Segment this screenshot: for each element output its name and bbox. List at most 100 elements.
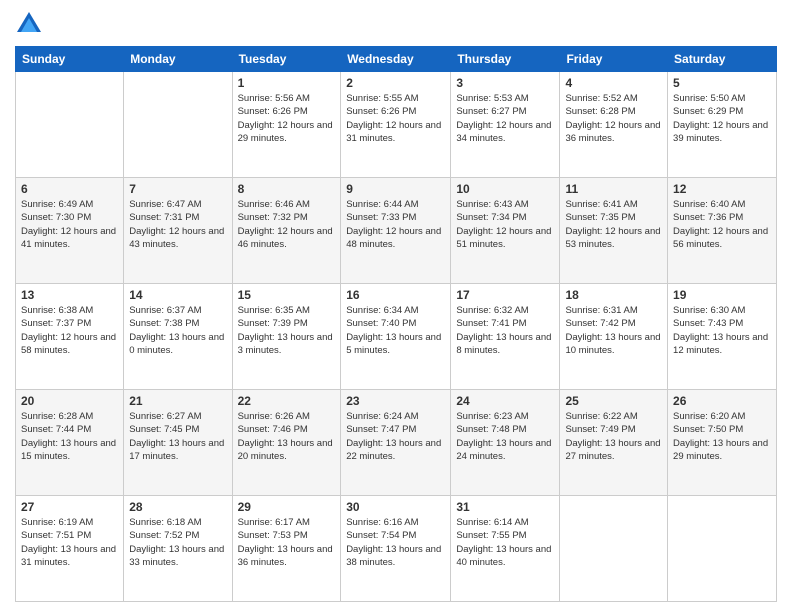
calendar-cell: 24 Sunrise: 6:23 AM Sunset: 7:48 PM Dayli… — [451, 390, 560, 496]
calendar-header-row: SundayMondayTuesdayWednesdayThursdayFrid… — [16, 47, 777, 72]
calendar-cell: 26 Sunrise: 6:20 AM Sunset: 7:50 PM Dayli… — [668, 390, 777, 496]
calendar-week-row: 1 Sunrise: 5:56 AM Sunset: 6:26 PM Daylig… — [16, 72, 777, 178]
day-number: 8 — [238, 182, 336, 196]
day-number: 14 — [129, 288, 226, 302]
calendar-cell: 9 Sunrise: 6:44 AM Sunset: 7:33 PM Daylig… — [341, 178, 451, 284]
calendar-day-header: Friday — [560, 47, 668, 72]
day-number: 27 — [21, 500, 118, 514]
calendar-cell: 8 Sunrise: 6:46 AM Sunset: 7:32 PM Daylig… — [232, 178, 341, 284]
calendar-cell: 1 Sunrise: 5:56 AM Sunset: 6:26 PM Daylig… — [232, 72, 341, 178]
logo-icon — [15, 10, 43, 38]
calendar-cell: 15 Sunrise: 6:35 AM Sunset: 7:39 PM Dayli… — [232, 284, 341, 390]
day-number: 16 — [346, 288, 445, 302]
calendar-cell — [16, 72, 124, 178]
day-info: Sunrise: 6:14 AM Sunset: 7:55 PM Dayligh… — [456, 516, 554, 569]
calendar-day-header: Sunday — [16, 47, 124, 72]
calendar-cell: 10Sunrise: 6:43 AM Sunset: 7:34 PM Dayli… — [451, 178, 560, 284]
day-number: 19 — [673, 288, 771, 302]
calendar-cell: 21Sunrise: 6:27 AM Sunset: 7:45 PM Dayli… — [124, 390, 232, 496]
day-info: Sunrise: 6:17 AM Sunset: 7:53 PM Dayligh… — [238, 516, 336, 569]
day-number: 10 — [456, 182, 554, 196]
day-number: 18 — [565, 288, 662, 302]
calendar-cell: 25Sunrise: 6:22 AM Sunset: 7:49 PM Dayli… — [560, 390, 668, 496]
day-info: Sunrise: 5:53 AM Sunset: 6:27 PM Dayligh… — [456, 92, 554, 145]
day-info: Sunrise: 6:18 AM Sunset: 7:52 PM Dayligh… — [129, 516, 226, 569]
day-info: Sunrise: 6:24 AM Sunset: 7:47 PM Dayligh… — [346, 410, 445, 463]
calendar-cell: 6 Sunrise: 6:49 AM Sunset: 7:30 PM Daylig… — [16, 178, 124, 284]
calendar-cell: 7 Sunrise: 6:47 AM Sunset: 7:31 PM Daylig… — [124, 178, 232, 284]
header — [15, 10, 777, 38]
calendar-cell — [560, 496, 668, 602]
day-info: Sunrise: 6:22 AM Sunset: 7:49 PM Dayligh… — [565, 410, 662, 463]
day-info: Sunrise: 6:34 AM Sunset: 7:40 PM Dayligh… — [346, 304, 445, 357]
calendar-cell: 18 Sunrise: 6:31 AM Sunset: 7:42 PM Dayli… — [560, 284, 668, 390]
calendar-cell: 29 Sunrise: 6:17 AM Sunset: 7:53 PM Dayli… — [232, 496, 341, 602]
day-info: Sunrise: 6:30 AM Sunset: 7:43 PM Dayligh… — [673, 304, 771, 357]
calendar-cell: 30 Sunrise: 6:16 AM Sunset: 7:54 PM Dayli… — [341, 496, 451, 602]
day-info: Sunrise: 6:23 AM Sunset: 7:48 PM Dayligh… — [456, 410, 554, 463]
day-info: Sunrise: 6:49 AM Sunset: 7:30 PM Dayligh… — [21, 198, 118, 251]
calendar-day-header: Saturday — [668, 47, 777, 72]
day-number: 1 — [238, 76, 336, 90]
calendar-cell: 5 Sunrise: 5:50 AM Sunset: 6:29 PM Daylig… — [668, 72, 777, 178]
day-number: 23 — [346, 394, 445, 408]
calendar-cell: 27 Sunrise: 6:19 AM Sunset: 7:51 PM Dayli… — [16, 496, 124, 602]
calendar-day-header: Thursday — [451, 47, 560, 72]
day-info: Sunrise: 5:52 AM Sunset: 6:28 PM Dayligh… — [565, 92, 662, 145]
calendar-cell: 12Sunrise: 6:40 AM Sunset: 7:36 PM Dayli… — [668, 178, 777, 284]
day-info: Sunrise: 6:19 AM Sunset: 7:51 PM Dayligh… — [21, 516, 118, 569]
calendar-cell: 14 Sunrise: 6:37 AM Sunset: 7:38 PM Dayli… — [124, 284, 232, 390]
calendar-cell: 23 Sunrise: 6:24 AM Sunset: 7:47 PM Dayli… — [341, 390, 451, 496]
calendar-cell: 31 Sunrise: 6:14 AM Sunset: 7:55 PM Dayli… — [451, 496, 560, 602]
day-info: Sunrise: 6:20 AM Sunset: 7:50 PM Dayligh… — [673, 410, 771, 463]
day-number: 2 — [346, 76, 445, 90]
calendar-cell: 17Sunrise: 6:32 AM Sunset: 7:41 PM Dayli… — [451, 284, 560, 390]
day-info: Sunrise: 6:31 AM Sunset: 7:42 PM Dayligh… — [565, 304, 662, 357]
day-number: 6 — [21, 182, 118, 196]
calendar-week-row: 20Sunrise: 6:28 AM Sunset: 7:44 PM Dayli… — [16, 390, 777, 496]
page: SundayMondayTuesdayWednesdayThursdayFrid… — [0, 0, 792, 612]
day-info: Sunrise: 5:55 AM Sunset: 6:26 PM Dayligh… — [346, 92, 445, 145]
day-info: Sunrise: 6:37 AM Sunset: 7:38 PM Dayligh… — [129, 304, 226, 357]
day-info: Sunrise: 6:27 AM Sunset: 7:45 PM Dayligh… — [129, 410, 226, 463]
calendar-cell — [124, 72, 232, 178]
day-number: 7 — [129, 182, 226, 196]
day-info: Sunrise: 5:50 AM Sunset: 6:29 PM Dayligh… — [673, 92, 771, 145]
day-info: Sunrise: 6:35 AM Sunset: 7:39 PM Dayligh… — [238, 304, 336, 357]
day-number: 5 — [673, 76, 771, 90]
day-number: 13 — [21, 288, 118, 302]
day-info: Sunrise: 6:44 AM Sunset: 7:33 PM Dayligh… — [346, 198, 445, 251]
day-number: 28 — [129, 500, 226, 514]
calendar-cell: 19 Sunrise: 6:30 AM Sunset: 7:43 PM Dayli… — [668, 284, 777, 390]
day-number: 12 — [673, 182, 771, 196]
day-number: 22 — [238, 394, 336, 408]
day-number: 30 — [346, 500, 445, 514]
day-info: Sunrise: 6:47 AM Sunset: 7:31 PM Dayligh… — [129, 198, 226, 251]
calendar-day-header: Monday — [124, 47, 232, 72]
logo — [15, 10, 47, 38]
calendar-week-row: 13Sunrise: 6:38 AM Sunset: 7:37 PM Dayli… — [16, 284, 777, 390]
calendar-table: SundayMondayTuesdayWednesdayThursdayFrid… — [15, 46, 777, 602]
day-info: Sunrise: 6:16 AM Sunset: 7:54 PM Dayligh… — [346, 516, 445, 569]
calendar-day-header: Wednesday — [341, 47, 451, 72]
calendar-cell: 2 Sunrise: 5:55 AM Sunset: 6:26 PM Daylig… — [341, 72, 451, 178]
day-info: Sunrise: 5:56 AM Sunset: 6:26 PM Dayligh… — [238, 92, 336, 145]
day-number: 15 — [238, 288, 336, 302]
day-number: 29 — [238, 500, 336, 514]
calendar-week-row: 6 Sunrise: 6:49 AM Sunset: 7:30 PM Daylig… — [16, 178, 777, 284]
day-number: 31 — [456, 500, 554, 514]
day-info: Sunrise: 6:46 AM Sunset: 7:32 PM Dayligh… — [238, 198, 336, 251]
day-number: 9 — [346, 182, 445, 196]
day-number: 20 — [21, 394, 118, 408]
day-number: 26 — [673, 394, 771, 408]
calendar-cell: 3Sunrise: 5:53 AM Sunset: 6:27 PM Daylig… — [451, 72, 560, 178]
calendar-cell: 22Sunrise: 6:26 AM Sunset: 7:46 PM Dayli… — [232, 390, 341, 496]
calendar-cell — [668, 496, 777, 602]
calendar-day-header: Tuesday — [232, 47, 341, 72]
day-number: 11 — [565, 182, 662, 196]
calendar-cell: 13Sunrise: 6:38 AM Sunset: 7:37 PM Dayli… — [16, 284, 124, 390]
day-number: 24 — [456, 394, 554, 408]
day-info: Sunrise: 6:41 AM Sunset: 7:35 PM Dayligh… — [565, 198, 662, 251]
calendar-cell: 4Sunrise: 5:52 AM Sunset: 6:28 PM Daylig… — [560, 72, 668, 178]
day-number: 17 — [456, 288, 554, 302]
